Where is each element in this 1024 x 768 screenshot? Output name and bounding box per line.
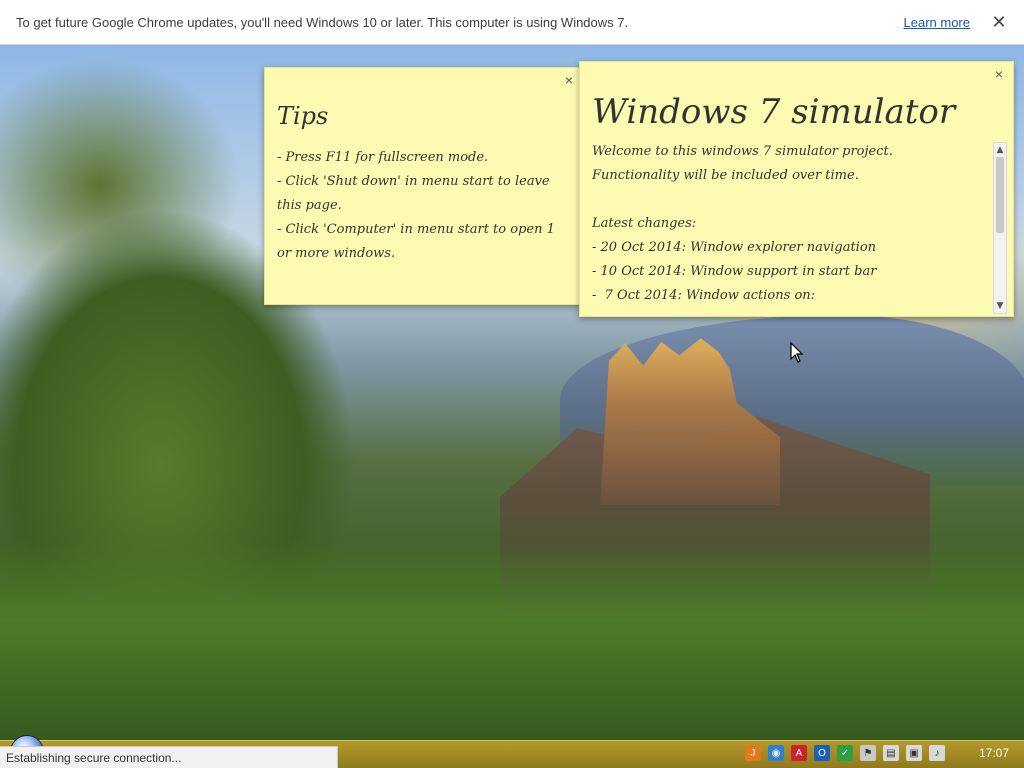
note-line: - Click 'Shut down' in menu start to lea… bbox=[277, 174, 550, 189]
note-line: - Press F11 for fullscreen mode. bbox=[277, 150, 489, 165]
note-line: this page. bbox=[277, 198, 342, 213]
scroll-up-icon[interactable]: ▲ bbox=[994, 143, 1006, 157]
note-line: - 20 Oct 2014: Window explorer navigatio… bbox=[592, 240, 877, 255]
note-line: - 7 Oct 2014: Window actions on: bbox=[592, 288, 816, 303]
scroll-down-icon[interactable]: ▼ bbox=[994, 299, 1006, 313]
note-line: - Click 'Computer' in menu start to open… bbox=[277, 222, 555, 237]
close-icon[interactable]: × bbox=[995, 66, 1003, 82]
mouse-cursor-icon bbox=[790, 342, 804, 363]
java-icon[interactable]: J bbox=[745, 745, 761, 761]
note-title: Windows 7 simulator bbox=[592, 92, 956, 132]
scroll-thumb[interactable] bbox=[996, 157, 1004, 233]
note-line: Latest changes: bbox=[592, 216, 697, 231]
flag-icon[interactable]: ⚑ bbox=[860, 745, 876, 761]
note-line: Welcome to this windows 7 simulator proj… bbox=[592, 144, 893, 159]
note-line: - 10 Oct 2014: Window support in start b… bbox=[592, 264, 877, 279]
infobar-message: To get future Google Chrome updates, you… bbox=[16, 14, 629, 30]
note-line bbox=[592, 188, 985, 212]
close-icon[interactable]: ✕ bbox=[990, 12, 1008, 33]
wallpaper-foreground bbox=[0, 540, 1024, 740]
volume-icon[interactable]: ♪ bbox=[929, 745, 945, 761]
tips-note[interactable]: × Tips - Press F11 for fullscreen mode. … bbox=[264, 67, 584, 305]
note-title: Tips bbox=[277, 102, 329, 130]
note-scrollbar[interactable]: ▲ ▼ bbox=[993, 142, 1007, 314]
clipboard-icon[interactable]: ▤ bbox=[883, 745, 899, 761]
pdf-icon[interactable]: A bbox=[791, 745, 807, 761]
browser-status-bar: Establishing secure connection... bbox=[0, 746, 338, 768]
system-tray: J ◉ A O ✓ ⚑ ▤ ▣ ♪ 17:07 bbox=[745, 745, 1014, 761]
note-body[interactable]: Welcome to this windows 7 simulator proj… bbox=[592, 140, 985, 308]
outlook-icon[interactable]: O bbox=[814, 745, 830, 761]
close-icon[interactable]: × bbox=[565, 72, 573, 88]
taskbar-clock[interactable]: 17:07 bbox=[974, 746, 1014, 760]
note-line: Functionality will be included over time… bbox=[592, 168, 859, 183]
network-globe-icon[interactable]: ◉ bbox=[768, 745, 784, 761]
network-icon[interactable]: ▣ bbox=[906, 745, 922, 761]
simulator-note[interactable]: × Windows 7 simulator Welcome to this wi… bbox=[579, 61, 1014, 317]
note-line: or more windows. bbox=[277, 246, 396, 261]
learn-more-link[interactable]: Learn more bbox=[904, 15, 970, 30]
chrome-update-infobar: To get future Google Chrome updates, you… bbox=[0, 0, 1024, 45]
security-shield-icon[interactable]: ✓ bbox=[837, 745, 853, 761]
